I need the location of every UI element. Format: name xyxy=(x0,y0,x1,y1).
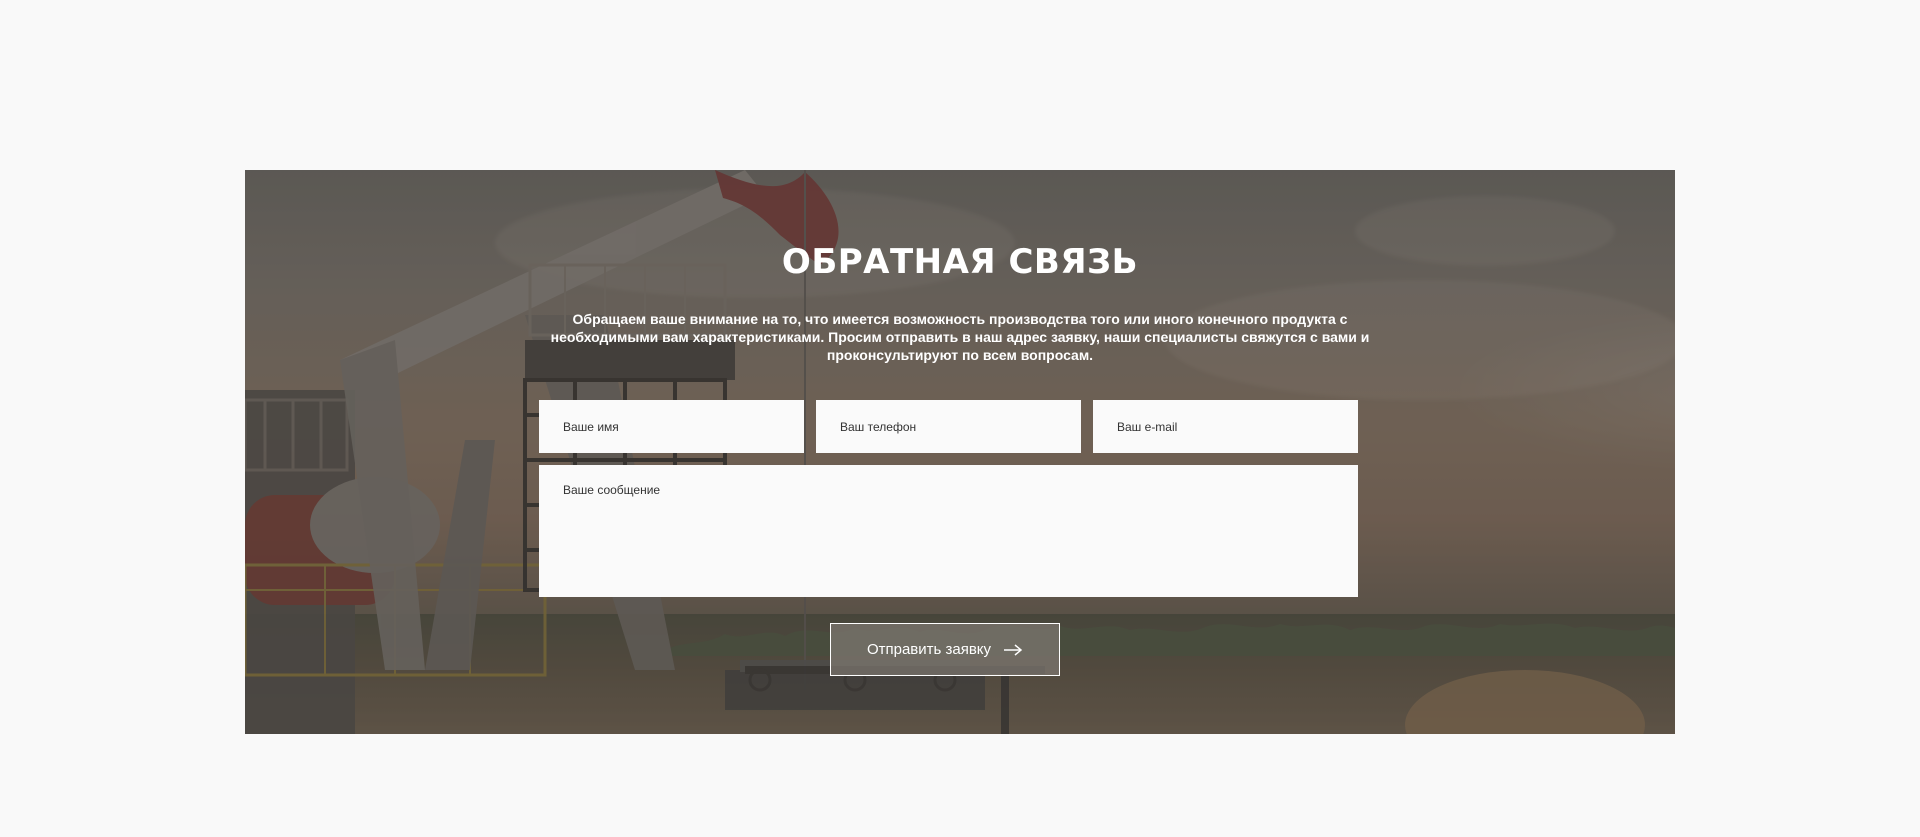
submit-request-button[interactable]: Отправить заявку xyxy=(830,623,1060,676)
name-input[interactable] xyxy=(539,400,804,453)
message-textarea[interactable] xyxy=(539,465,1358,597)
feedback-content: ОБРАТНАЯ СВЯЗЬ Обращаем ваше внимание на… xyxy=(245,170,1675,734)
submit-request-label: Отправить заявку xyxy=(866,641,992,658)
page-title: ОБРАТНАЯ СВЯЗЬ xyxy=(781,242,1139,282)
phone-input[interactable] xyxy=(816,400,1081,453)
arrow-right-icon xyxy=(1004,643,1023,656)
section-description: Обращаем ваше внимание на то, что имеетс… xyxy=(550,311,1370,363)
email-input[interactable] xyxy=(1093,400,1358,453)
page: ОБРАТНАЯ СВЯЗЬ Обращаем ваше внимание на… xyxy=(0,0,1920,837)
feedback-section: ОБРАТНАЯ СВЯЗЬ Обращаем ваше внимание на… xyxy=(245,170,1675,734)
